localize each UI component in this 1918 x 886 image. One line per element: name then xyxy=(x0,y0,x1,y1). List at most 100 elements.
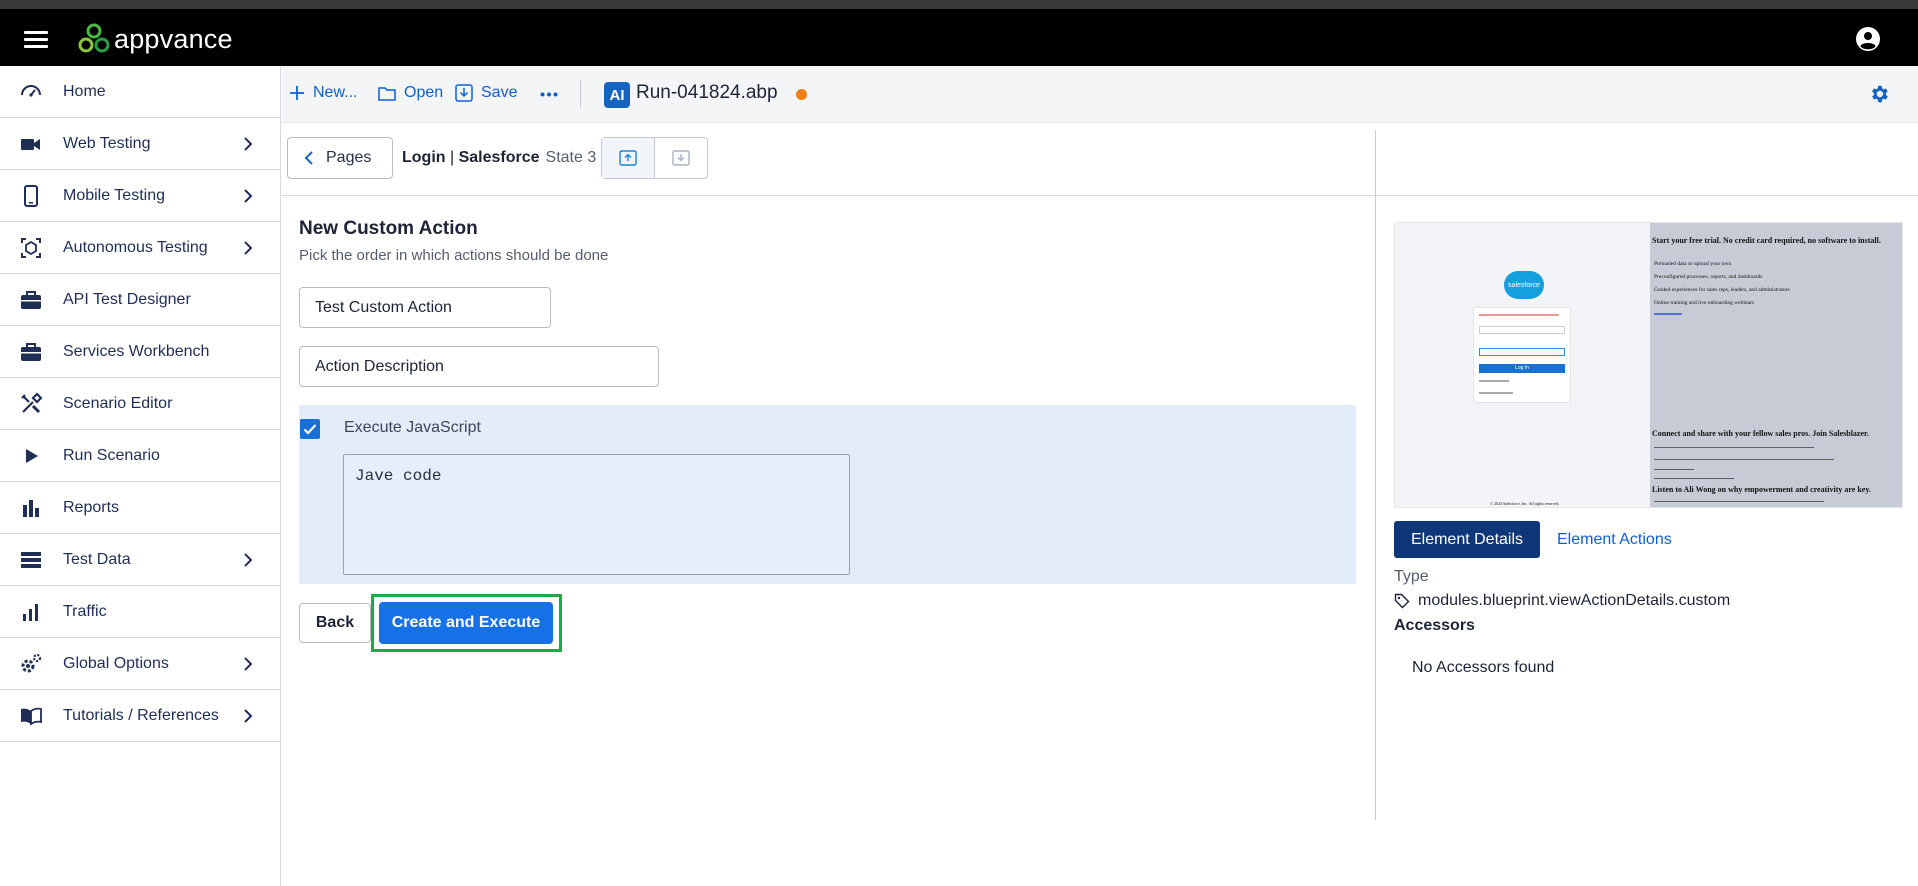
tab-element-actions[interactable]: Element Actions xyxy=(1557,521,1672,558)
download-state-button[interactable] xyxy=(655,138,708,178)
bar-chart-icon xyxy=(23,500,39,517)
sidebar-item-home[interactable]: Home xyxy=(0,66,280,118)
new-label: New... xyxy=(313,84,358,101)
save-download-icon xyxy=(455,84,473,102)
sidebar-item-label: Scenario Editor xyxy=(63,394,173,412)
tools-icon xyxy=(21,392,43,414)
javascript-code-input[interactable]: Jave code xyxy=(343,454,850,575)
sidebar-item-label: Services Workbench xyxy=(63,342,210,360)
custom-action-form: New Custom Action Pick the order in whic… xyxy=(282,196,1375,886)
sidebar-item-global-options[interactable]: Global Options xyxy=(0,638,280,690)
sidebar-item-label: Test Data xyxy=(63,550,131,568)
speedometer-icon xyxy=(21,85,41,97)
tab-element-details[interactable]: Element Details xyxy=(1394,521,1540,558)
state-label: State 3 xyxy=(545,149,597,166)
checkmark-icon xyxy=(303,424,317,435)
save-label: Save xyxy=(481,84,518,101)
pages-back-button[interactable]: Pages xyxy=(287,137,393,179)
cube-scan-icon xyxy=(21,238,41,258)
signal-bars-icon xyxy=(23,604,38,621)
sidebar-item-label: Web Testing xyxy=(63,134,151,152)
form-title: New Custom Action xyxy=(299,218,478,239)
toolbar-separator xyxy=(580,80,581,108)
type-label: Type xyxy=(1394,568,1429,585)
sidebar-item-services-workbench[interactable]: Services Workbench xyxy=(0,326,280,378)
preview-text-line xyxy=(1654,478,1734,479)
panel-divider xyxy=(1375,130,1376,820)
create-and-execute-button[interactable]: Create and Execute xyxy=(379,602,553,644)
open-label: Open xyxy=(404,84,444,101)
element-details-panel: salesforce Log In © 2024 Salesforce, Inc… xyxy=(1394,196,1904,886)
chevron-right-icon xyxy=(244,137,253,151)
upload-tray-icon xyxy=(619,150,637,166)
sidebar-item-traffic[interactable]: Traffic xyxy=(0,586,280,638)
crumb-site: Salesforce xyxy=(458,149,540,166)
play-icon xyxy=(26,449,38,463)
preview-link xyxy=(1654,313,1682,315)
sidebar-item-label: Reports xyxy=(63,498,120,516)
type-value: modules.blueprint.viewActionDetails.cust… xyxy=(1394,592,1730,610)
file-name: Run-041824.abp xyxy=(636,82,778,103)
mobile-phone-icon xyxy=(24,185,38,207)
preview-promo-panel: Start your free trial. No credit card re… xyxy=(1650,223,1902,507)
sidebar-item-test-data[interactable]: Test Data xyxy=(0,534,280,586)
execute-javascript-label: Execute JavaScript xyxy=(344,419,481,436)
unsaved-indicator xyxy=(796,89,807,100)
tag-icon xyxy=(1394,593,1410,609)
preview-text-line xyxy=(1654,459,1834,460)
page-context-bar: Pages Login | Salesforce State 3 xyxy=(282,123,1918,196)
sidebar-item-mobile-testing[interactable]: Mobile Testing xyxy=(0,170,280,222)
sidebar-item-autonomous-testing[interactable]: Autonomous Testing xyxy=(0,222,280,274)
new-button[interactable]: New... xyxy=(289,84,357,102)
no-accessors-message: No Accessors found xyxy=(1412,659,1555,676)
sidebar-item-api-test-designer[interactable]: API Test Designer xyxy=(0,274,280,326)
chevron-right-icon xyxy=(244,189,253,203)
video-camera-icon xyxy=(21,139,40,150)
plus-icon xyxy=(290,86,304,100)
sidebar-item-label: Autonomous Testing xyxy=(63,238,208,256)
pages-label: Pages xyxy=(326,149,372,166)
sidebar-item-scenario-editor[interactable]: Scenario Editor xyxy=(0,378,280,430)
briefcase-icon xyxy=(21,343,41,361)
briefcase-icon xyxy=(21,291,41,309)
page-screenshot-preview: salesforce Log In © 2024 Salesforce, Inc… xyxy=(1394,222,1903,508)
sidebar-item-label: Run Scenario xyxy=(63,446,160,464)
settings-gear-icon[interactable] xyxy=(1868,83,1890,105)
sidebar-item-reports[interactable]: Reports xyxy=(0,482,280,534)
chevron-left-icon xyxy=(304,151,313,165)
back-button[interactable]: Back xyxy=(299,603,371,643)
chevron-right-icon xyxy=(244,657,253,671)
crumb-page: Login xyxy=(402,149,446,166)
preview-headline-2: Connect and share with your fellow sales… xyxy=(1652,429,1869,438)
app-logo[interactable]: appvance xyxy=(78,21,233,57)
user-account-icon[interactable] xyxy=(1856,27,1880,51)
preview-text-line xyxy=(1654,447,1814,448)
preview-text-line xyxy=(1654,469,1694,470)
sidebar-item-label: Global Options xyxy=(63,654,169,672)
preview-login-button: Log In xyxy=(1479,364,1565,373)
appvance-logo-icon xyxy=(78,23,110,53)
sidebar-item-label: API Test Designer xyxy=(63,290,191,308)
execute-javascript-checkbox[interactable] xyxy=(300,419,320,439)
sidebar-item-run-scenario[interactable]: Run Scenario xyxy=(0,430,280,482)
preview-footer: © 2024 Salesforce, Inc. All rights reser… xyxy=(1490,501,1560,506)
preview-bullet-2: Preconfigured processes, reports, and da… xyxy=(1654,274,1763,280)
chevron-right-icon xyxy=(244,241,253,255)
state-navigation xyxy=(601,137,708,179)
action-description-input[interactable] xyxy=(299,346,659,387)
more-options-icon[interactable] xyxy=(540,92,566,97)
open-button[interactable]: Open xyxy=(378,84,443,102)
upload-state-button[interactable] xyxy=(602,138,655,178)
sidebar-item-web-testing[interactable]: Web Testing xyxy=(0,118,280,170)
app-header: appvance xyxy=(0,9,1918,66)
list-icon xyxy=(21,552,41,568)
sidebar-item-tutorials-references[interactable]: Tutorials / References xyxy=(0,690,280,742)
hamburger-menu-icon[interactable] xyxy=(24,31,48,48)
brand-name: appvance xyxy=(114,23,233,54)
save-button[interactable]: Save xyxy=(455,84,517,102)
ai-badge: AI xyxy=(604,82,630,108)
sidebar: Home Web Testing Mobile Testing Autonomous … xyxy=(0,66,281,886)
preview-headline-3: Listen to Ali Wong on why empowerment an… xyxy=(1652,485,1871,494)
action-name-input[interactable] xyxy=(299,287,551,328)
sidebar-item-label: Home xyxy=(63,82,106,100)
